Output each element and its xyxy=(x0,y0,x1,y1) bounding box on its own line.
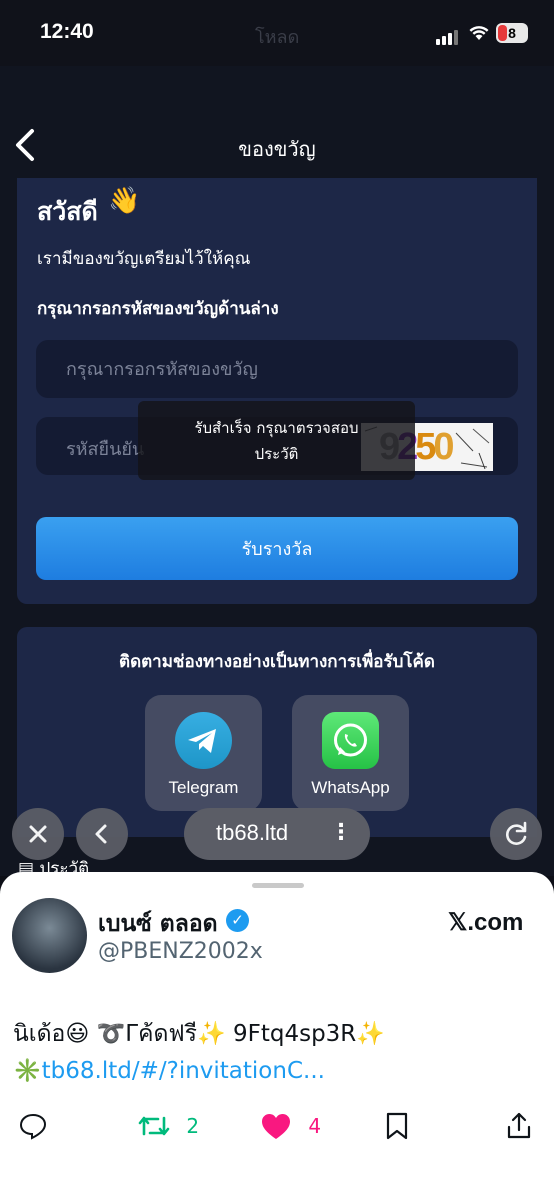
waving-hand-icon: 👋 xyxy=(108,186,141,216)
tweet-line-1: นิเด้อ😃 ➰Γค้ดฟรี✨ 9Ftq4sp3R✨ xyxy=(13,1021,385,1047)
verified-badge-icon: ✓ xyxy=(226,909,249,932)
tweet-text: นิเด้อ😃 ➰Γค้ดฟรี✨ 9Ftq4sp3R✨ ✳️tb68.ltd/… xyxy=(13,1016,543,1090)
cellular-signal-icon xyxy=(436,26,460,45)
close-button[interactable] xyxy=(12,808,64,860)
battery-level: 8 xyxy=(508,25,516,41)
share-icon xyxy=(507,1112,531,1138)
x-logo-link[interactable]: 𝕏.com xyxy=(448,908,523,937)
whatsapp-icon xyxy=(322,712,379,769)
toast-line-1: รับสำเร็จ กรุณาตรวจสอบ xyxy=(194,419,359,437)
close-icon xyxy=(29,825,47,843)
gift-instruction-text: กรุณากรอกรหัสของขวัญด้านล่าง xyxy=(37,299,279,319)
reload-button[interactable] xyxy=(490,808,542,860)
success-toast: รับสำเร็จ กรุณาตรวจสอบ ประวัติ xyxy=(138,401,415,480)
gift-intro-text: เรามีของขวัญเตรียมไว้ให้คุณ xyxy=(37,249,251,269)
verification-code-placeholder: รหัสยืนยัน xyxy=(66,439,145,460)
reload-icon xyxy=(506,821,527,845)
share-button[interactable] xyxy=(505,1108,533,1140)
display-name[interactable]: เบนซ์ ตลอด xyxy=(98,906,218,942)
reply-icon xyxy=(19,1113,47,1140)
like-count: 4 xyxy=(308,1113,322,1138)
tweet-link[interactable]: tb68.ltd/#/?invitationC... xyxy=(42,1058,325,1084)
more-options-icon[interactable]: ⋮ xyxy=(330,820,352,845)
status-ghost-title: โหลด xyxy=(255,27,300,48)
retweet-icon xyxy=(138,1116,170,1135)
retweet-count: 2 xyxy=(186,1113,200,1138)
avatar[interactable] xyxy=(12,898,87,973)
page-title: ของขวัญ xyxy=(238,137,316,161)
greeting-heading: สวัสดี xyxy=(37,197,98,226)
telegram-label: Telegram xyxy=(168,778,239,797)
browser-back-button[interactable] xyxy=(76,808,128,860)
reply-button[interactable] xyxy=(18,1108,48,1140)
heart-icon xyxy=(262,1113,290,1139)
gift-code-input[interactable] xyxy=(36,340,518,398)
url-text: tb68.ltd xyxy=(216,820,289,845)
claim-reward-button[interactable]: รับรางวัล xyxy=(36,517,518,580)
toast-line-2: ประวัติ xyxy=(254,445,299,463)
status-time: 12:40 xyxy=(40,20,94,43)
battery-icon: 8 xyxy=(496,23,528,43)
sparkle-icon: ✳️ xyxy=(13,1058,42,1084)
user-handle[interactable]: @PBENZ2002x xyxy=(98,939,263,964)
chevron-left-icon xyxy=(95,824,107,844)
retweet-button[interactable]: 2 xyxy=(138,1108,199,1140)
follow-title: ติดตามช่องทางอย่างเป็นทางการเพื่อรับโค้ด xyxy=(119,652,435,672)
bookmark-button[interactable] xyxy=(384,1108,410,1140)
wifi-icon xyxy=(469,26,489,40)
telegram-icon xyxy=(175,712,232,769)
telegram-button[interactable]: Telegram xyxy=(145,695,262,811)
sheet-grabber[interactable] xyxy=(252,883,304,888)
whatsapp-button[interactable]: WhatsApp xyxy=(292,695,409,811)
like-button[interactable]: 4 xyxy=(260,1108,321,1140)
whatsapp-label: WhatsApp xyxy=(311,778,390,797)
bookmark-icon xyxy=(386,1112,408,1139)
